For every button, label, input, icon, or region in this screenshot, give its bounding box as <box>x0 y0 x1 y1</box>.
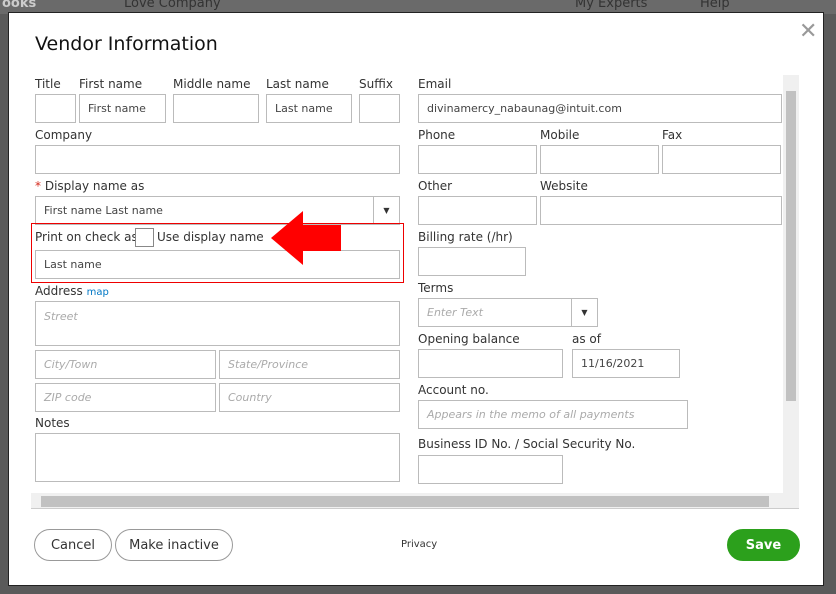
chevron-down-icon[interactable]: ▼ <box>373 196 399 225</box>
map-link[interactable]: map <box>87 287 109 298</box>
dialog-title: Vendor Information <box>35 33 218 55</box>
print-on-check-input[interactable]: Last name <box>35 250 400 279</box>
phone-label: Phone <box>418 128 456 142</box>
phone-input[interactable] <box>418 145 537 174</box>
middle-name-input[interactable] <box>173 94 259 123</box>
state-input[interactable]: State/Province <box>219 350 400 379</box>
address-text: Address <box>35 284 83 298</box>
opening-balance-label: Opening balance <box>418 332 520 346</box>
email-input[interactable]: divinamercy_nabaunag@intuit.com <box>418 94 782 123</box>
account-no-label: Account no. <box>418 383 489 397</box>
make-inactive-button[interactable]: Make inactive <box>115 529 233 561</box>
business-id-input[interactable] <box>418 455 563 484</box>
mobile-label: Mobile <box>540 128 580 142</box>
brand-text: ooks <box>2 0 37 11</box>
state-placeholder: State/Province <box>228 358 309 371</box>
last-name-placeholder: Last name <box>275 102 333 115</box>
horizontal-scrollbar-thumb[interactable] <box>41 496 769 507</box>
website-input[interactable] <box>540 196 782 225</box>
display-name-text: Display name as <box>44 179 145 193</box>
as-of-date-value: 11/16/2021 <box>581 357 645 370</box>
close-icon[interactable]: ✕ <box>799 19 817 44</box>
use-display-name-checkbox[interactable] <box>135 228 154 247</box>
notes-textarea[interactable] <box>35 433 400 482</box>
email-value: divinamercy_nabaunag@intuit.com <box>427 102 622 115</box>
horizontal-scrollbar[interactable] <box>31 493 799 509</box>
privacy-link[interactable]: Privacy <box>401 539 437 550</box>
display-name-label: * Display name as <box>35 179 144 193</box>
suffix-label: Suffix <box>359 77 393 91</box>
city-placeholder: City/Town <box>44 358 98 371</box>
address-label: Address map <box>35 284 109 298</box>
mobile-input[interactable] <box>540 145 659 174</box>
help-link: Help <box>700 0 730 11</box>
country-placeholder: Country <box>228 391 272 404</box>
zip-input[interactable]: ZIP code <box>35 383 216 412</box>
vendor-information-dialog: Vendor Information ✕ Title First name Fi… <box>8 12 824 586</box>
my-experts-link: My Experts <box>575 0 648 11</box>
cancel-button[interactable]: Cancel <box>34 529 112 561</box>
suffix-input[interactable] <box>359 94 400 123</box>
billing-rate-label: Billing rate (/hr) <box>418 230 513 244</box>
zip-placeholder: ZIP code <box>44 391 92 404</box>
company-name: Love Company <box>124 0 221 11</box>
notes-label: Notes <box>35 416 70 430</box>
vertical-scrollbar-thumb[interactable] <box>786 91 796 401</box>
billing-rate-input[interactable] <box>418 247 526 276</box>
street-placeholder: Street <box>44 310 78 323</box>
red-arrow-annotation <box>271 211 341 265</box>
last-name-label: Last name <box>266 77 329 91</box>
chevron-down-icon[interactable]: ▼ <box>571 298 597 327</box>
other-label: Other <box>418 179 453 193</box>
website-label: Website <box>540 179 588 193</box>
business-id-label: Business ID No. / Social Security No. <box>418 437 636 451</box>
as-of-label: as of <box>572 332 601 346</box>
fax-label: Fax <box>662 128 683 142</box>
display-name-value: First name Last name <box>44 204 163 217</box>
required-marker: * <box>35 179 41 193</box>
fax-input[interactable] <box>662 145 781 174</box>
terms-label: Terms <box>418 281 454 295</box>
street-input[interactable]: Street <box>35 301 400 346</box>
form-scroll-area: Title First name First name Middle name … <box>31 75 799 509</box>
other-input[interactable] <box>418 196 537 225</box>
terms-placeholder: Enter Text <box>427 306 483 319</box>
as-of-date-input[interactable]: 11/16/2021 <box>572 349 680 378</box>
middle-name-label: Middle name <box>173 77 251 91</box>
display-name-select[interactable]: First name Last name ▼ <box>35 196 400 225</box>
title-input[interactable] <box>35 94 76 123</box>
email-label: Email <box>418 77 452 91</box>
account-no-input[interactable]: Appears in the memo of all payments <box>418 400 688 429</box>
save-button[interactable]: Save <box>727 529 800 561</box>
country-input[interactable]: Country <box>219 383 400 412</box>
first-name-placeholder: First name <box>88 102 146 115</box>
company-label: Company <box>35 128 93 142</box>
title-label: Title <box>35 77 61 91</box>
opening-balance-input[interactable] <box>418 349 563 378</box>
terms-select[interactable]: Enter Text ▼ <box>418 298 598 327</box>
city-input[interactable]: City/Town <box>35 350 216 379</box>
print-on-check-label: Print on check as <box>35 230 138 244</box>
first-name-label: First name <box>79 77 143 91</box>
use-display-name-label: Use display name <box>157 230 264 244</box>
last-name-input[interactable]: Last name <box>266 94 352 123</box>
company-input[interactable] <box>35 145 400 174</box>
account-no-placeholder: Appears in the memo of all payments <box>427 408 635 421</box>
print-on-check-value: Last name <box>44 258 102 271</box>
first-name-input[interactable]: First name <box>79 94 166 123</box>
vertical-scrollbar[interactable] <box>783 75 799 495</box>
